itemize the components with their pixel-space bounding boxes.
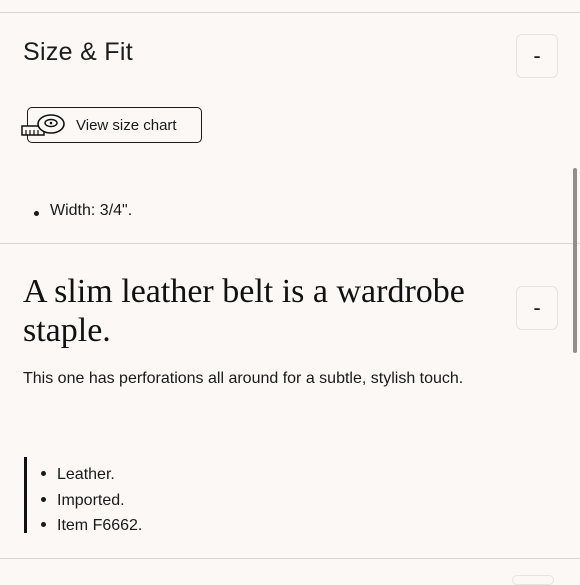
scrollbar-thumb[interactable] <box>573 168 577 353</box>
top-divider <box>0 12 580 13</box>
description-collapse-button[interactable]: - <box>516 286 558 330</box>
next-section-collapse-button[interactable] <box>512 575 554 585</box>
list-item: Item F6662. <box>39 513 142 539</box>
section-divider <box>0 243 580 244</box>
list-item: Width: 3/4". <box>32 202 132 220</box>
view-size-chart-label: View size chart <box>76 117 177 134</box>
size-fit-title: Size & Fit <box>23 38 133 66</box>
list-item: Imported. <box>39 488 142 514</box>
feature-list-accent-bar <box>24 457 27 533</box>
feature-list: Leather. Imported. Item F6662. <box>39 462 142 539</box>
product-headline: A slim leather belt is a wardrobe staple… <box>23 273 465 349</box>
size-details-list: Width: 3/4". <box>32 202 132 220</box>
size-fit-collapse-button[interactable]: - <box>516 34 558 78</box>
tape-measure-icon <box>21 114 65 136</box>
product-description: This one has perforations all around for… <box>23 370 464 387</box>
list-item: Leather. <box>39 462 142 488</box>
bottom-divider <box>0 558 580 559</box>
